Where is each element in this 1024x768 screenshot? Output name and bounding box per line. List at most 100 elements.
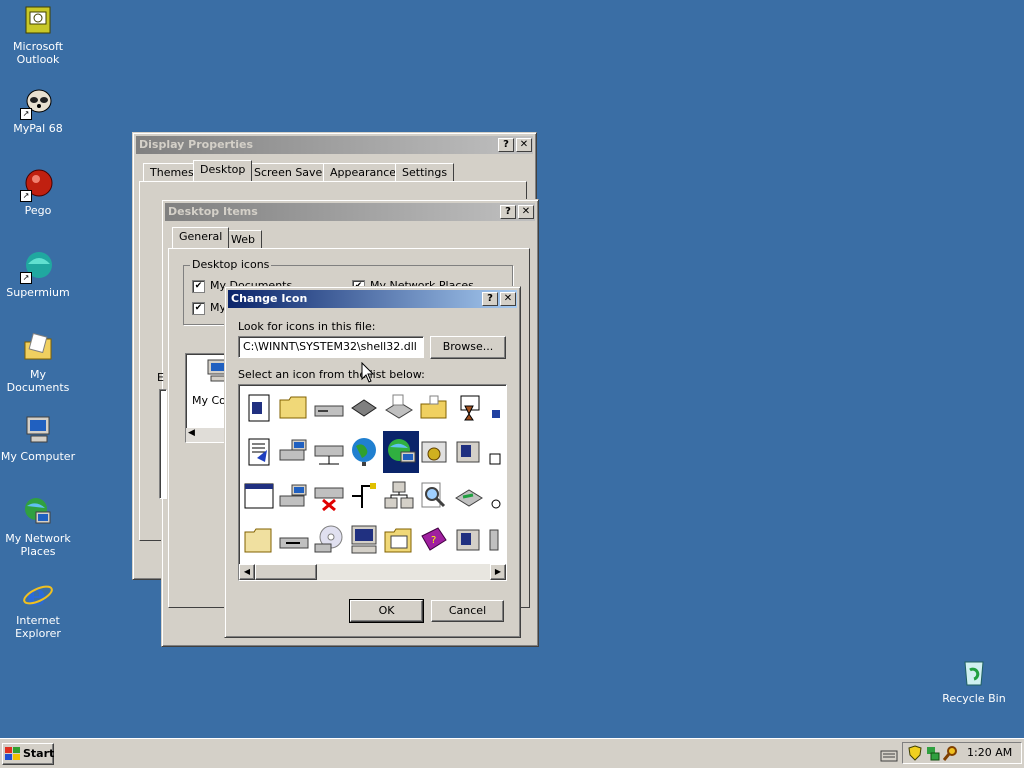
folder-icon[interactable] xyxy=(278,392,310,424)
windows-logo-icon xyxy=(5,747,20,760)
tab-web[interactable]: Web xyxy=(224,230,262,248)
tab-label: Appearance xyxy=(330,166,397,179)
floppy-drive-icon[interactable] xyxy=(278,524,310,556)
control-panel-folder-icon[interactable] xyxy=(383,524,415,556)
desktop-icon-label: Recycle Bin xyxy=(942,692,1006,705)
desktop-icon-my-documents[interactable]: My Documents xyxy=(0,332,76,394)
file-path-input[interactable]: C:\WINNT\SYSTEM32\shell32.dll xyxy=(238,336,424,358)
network-connection-icon[interactable] xyxy=(453,480,485,512)
partial-shortcut-icon[interactable] xyxy=(488,436,507,468)
help-book-icon[interactable]: ? xyxy=(418,524,450,556)
tab-appearance[interactable]: Appearance xyxy=(323,163,404,181)
drive-icon[interactable] xyxy=(313,392,345,424)
icon-list[interactable]: ? ◀ ▶ xyxy=(238,384,507,581)
desktop-icon-my-computer[interactable]: My Computer xyxy=(0,414,76,463)
change-icon-dialog: Change Icon ? ✕ Look for icons in this f… xyxy=(224,286,521,638)
scroll-left-button[interactable]: ◀ xyxy=(239,564,255,580)
close-button[interactable]: ✕ xyxy=(516,138,532,152)
globe-icon[interactable] xyxy=(348,436,380,468)
help-button[interactable]: ? xyxy=(500,205,516,219)
search-icon[interactable] xyxy=(418,480,450,512)
tab-desktop[interactable]: Desktop xyxy=(193,160,253,181)
magnifier-tray-icon[interactable] xyxy=(943,745,959,761)
tab-general[interactable]: General xyxy=(172,227,230,248)
keyboard-icon[interactable] xyxy=(880,748,898,762)
close-button[interactable]: ✕ xyxy=(500,292,516,306)
network-drive-icon[interactable] xyxy=(278,436,310,468)
file-path-value: C:\WINNT\SYSTEM32\shell32.dll xyxy=(243,340,417,353)
change-icon-titlebar[interactable]: Change Icon ? ✕ xyxy=(228,290,517,308)
run-dialog-icon[interactable] xyxy=(453,524,485,556)
desktop-icon-label: My Computer xyxy=(0,450,76,463)
desktop-items-titlebar[interactable]: Desktop Items ? ✕ xyxy=(165,203,535,221)
icon-list-label: Select an icon from the list below: xyxy=(238,368,425,381)
tab-screen-saver[interactable]: Screen Saver xyxy=(247,163,334,181)
disconnected-drive-icon[interactable] xyxy=(313,480,345,512)
closed-folder-icon[interactable] xyxy=(243,524,275,556)
icon-list-scrollbar[interactable]: ◀ ▶ xyxy=(239,564,506,580)
checkbox-my-documents[interactable]: ✔ xyxy=(192,280,205,293)
desktop-icon-internet-explorer[interactable]: e Internet Explorer xyxy=(0,578,76,640)
button-label: OK xyxy=(378,604,395,617)
hourglass-icon[interactable] xyxy=(453,392,485,424)
text-document-icon[interactable] xyxy=(243,436,275,468)
tab-label: Themes xyxy=(150,166,194,179)
desktop-icon-pego[interactable]: ↗ Pego xyxy=(0,168,76,217)
window-title: Desktop Items xyxy=(168,205,258,218)
partial-clock-icon[interactable] xyxy=(488,480,507,512)
group-label: Desktop icons xyxy=(190,258,272,271)
computer-desktop-icon[interactable] xyxy=(348,524,380,556)
ok-button[interactable]: OK xyxy=(349,599,424,623)
mapped-drive-icon[interactable] xyxy=(278,480,310,512)
cd-player-icon[interactable] xyxy=(453,436,485,468)
preview-label: My Co xyxy=(192,394,226,407)
scroll-right-arrow-icon: ▶ xyxy=(494,567,502,576)
cancel-button[interactable]: Cancel xyxy=(431,600,504,622)
checkbox-my-computer[interactable]: ✔ xyxy=(192,302,205,315)
desktop-icon-outlook[interactable]: Microsoft Outlook xyxy=(0,4,76,66)
file-label: Look for icons in this file: xyxy=(238,320,376,333)
clock[interactable]: 1:20 AM xyxy=(967,746,1012,759)
desktop-icon-label: Microsoft Outlook xyxy=(12,40,64,66)
tab-label: General xyxy=(179,230,223,243)
tab-label: Settings xyxy=(402,166,448,179)
close-button[interactable]: ✕ xyxy=(518,205,534,219)
browse-button[interactable]: Browse... xyxy=(430,336,506,359)
desktop-icon-my-network-places[interactable]: My Network Places xyxy=(0,496,76,558)
start-button[interactable]: Start xyxy=(2,743,54,765)
open-folder-icon[interactable] xyxy=(418,392,450,424)
network-tray-icon[interactable] xyxy=(925,745,941,761)
window-icon[interactable] xyxy=(243,480,275,512)
desktop-icon-supermium[interactable]: ↗ Supermium xyxy=(0,250,76,299)
shield-icon[interactable] xyxy=(907,745,923,761)
network-globe-icon[interactable] xyxy=(385,436,417,468)
help-button[interactable]: ? xyxy=(498,138,514,152)
help-button[interactable]: ? xyxy=(482,292,498,306)
printer-icon[interactable] xyxy=(383,392,415,424)
desktop-icon-mypal[interactable]: ↗ MyPal 68 xyxy=(0,86,76,135)
partial-cylinder-icon[interactable] xyxy=(488,524,507,556)
settings-gear-icon[interactable] xyxy=(418,436,450,468)
button-label: Cancel xyxy=(448,604,487,617)
tab-label: Screen Saver xyxy=(254,166,327,179)
scroll-right-button[interactable]: ▶ xyxy=(490,564,506,580)
network-cable-icon[interactable] xyxy=(348,480,380,512)
desktop-icon-recycle-bin[interactable]: Recycle Bin xyxy=(936,656,1012,705)
partial-label: E xyxy=(157,371,164,384)
scroll-thumb[interactable] xyxy=(255,564,317,580)
memory-chip-icon[interactable] xyxy=(348,392,380,424)
svg-text:?: ? xyxy=(431,535,436,546)
document-icon[interactable] xyxy=(243,392,275,424)
network-drive-2-icon[interactable] xyxy=(313,436,345,468)
display-properties-titlebar[interactable]: Display Properties ? ✕ xyxy=(136,136,533,154)
desktop-icon-label: My Network Places xyxy=(5,532,71,558)
network-computers-icon[interactable] xyxy=(383,480,415,512)
desktop-icon-label: Supermium xyxy=(6,286,70,299)
scroll-left-arrow-icon[interactable]: ◀ xyxy=(188,428,195,438)
tab-label: Desktop xyxy=(200,163,246,176)
button-label: Browse... xyxy=(442,340,494,353)
partial-box xyxy=(159,389,167,499)
cd-drive-icon[interactable] xyxy=(313,524,345,556)
partial-icon[interactable] xyxy=(488,392,507,424)
tab-settings[interactable]: Settings xyxy=(395,163,455,181)
